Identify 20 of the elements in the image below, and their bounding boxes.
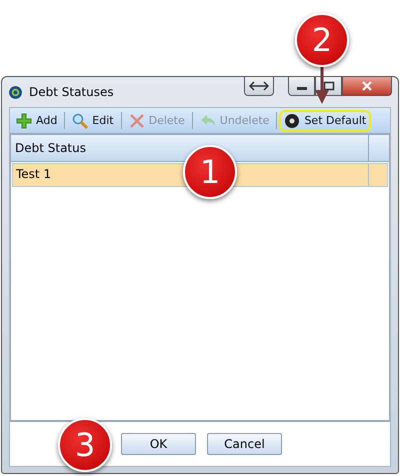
default-button[interactable]: Set Default <box>279 110 372 132</box>
step-badge: 2 <box>295 13 349 67</box>
edit-button[interactable]: Edit <box>67 110 119 132</box>
maximize-icon <box>322 81 334 91</box>
double-arrow-icon <box>249 81 269 91</box>
cross-icon <box>128 112 145 128</box>
disc-icon <box>284 112 300 128</box>
dialog-button[interactable]: Cancel <box>207 433 282 455</box>
minimize-button[interactable] <box>288 77 315 96</box>
magnifier-icon <box>72 112 88 128</box>
add-button[interactable]: Add <box>11 110 62 132</box>
window-title: Debt Statuses <box>29 85 114 99</box>
ring-icon <box>8 85 23 100</box>
close-button[interactable] <box>342 77 392 96</box>
close-icon <box>361 81 373 91</box>
undo-arrow-icon <box>200 112 216 128</box>
plus-icon <box>16 112 32 128</box>
arrow <box>312 66 332 106</box>
resize-button[interactable] <box>244 77 274 96</box>
dialog-button[interactable]: OK <box>121 433 196 455</box>
